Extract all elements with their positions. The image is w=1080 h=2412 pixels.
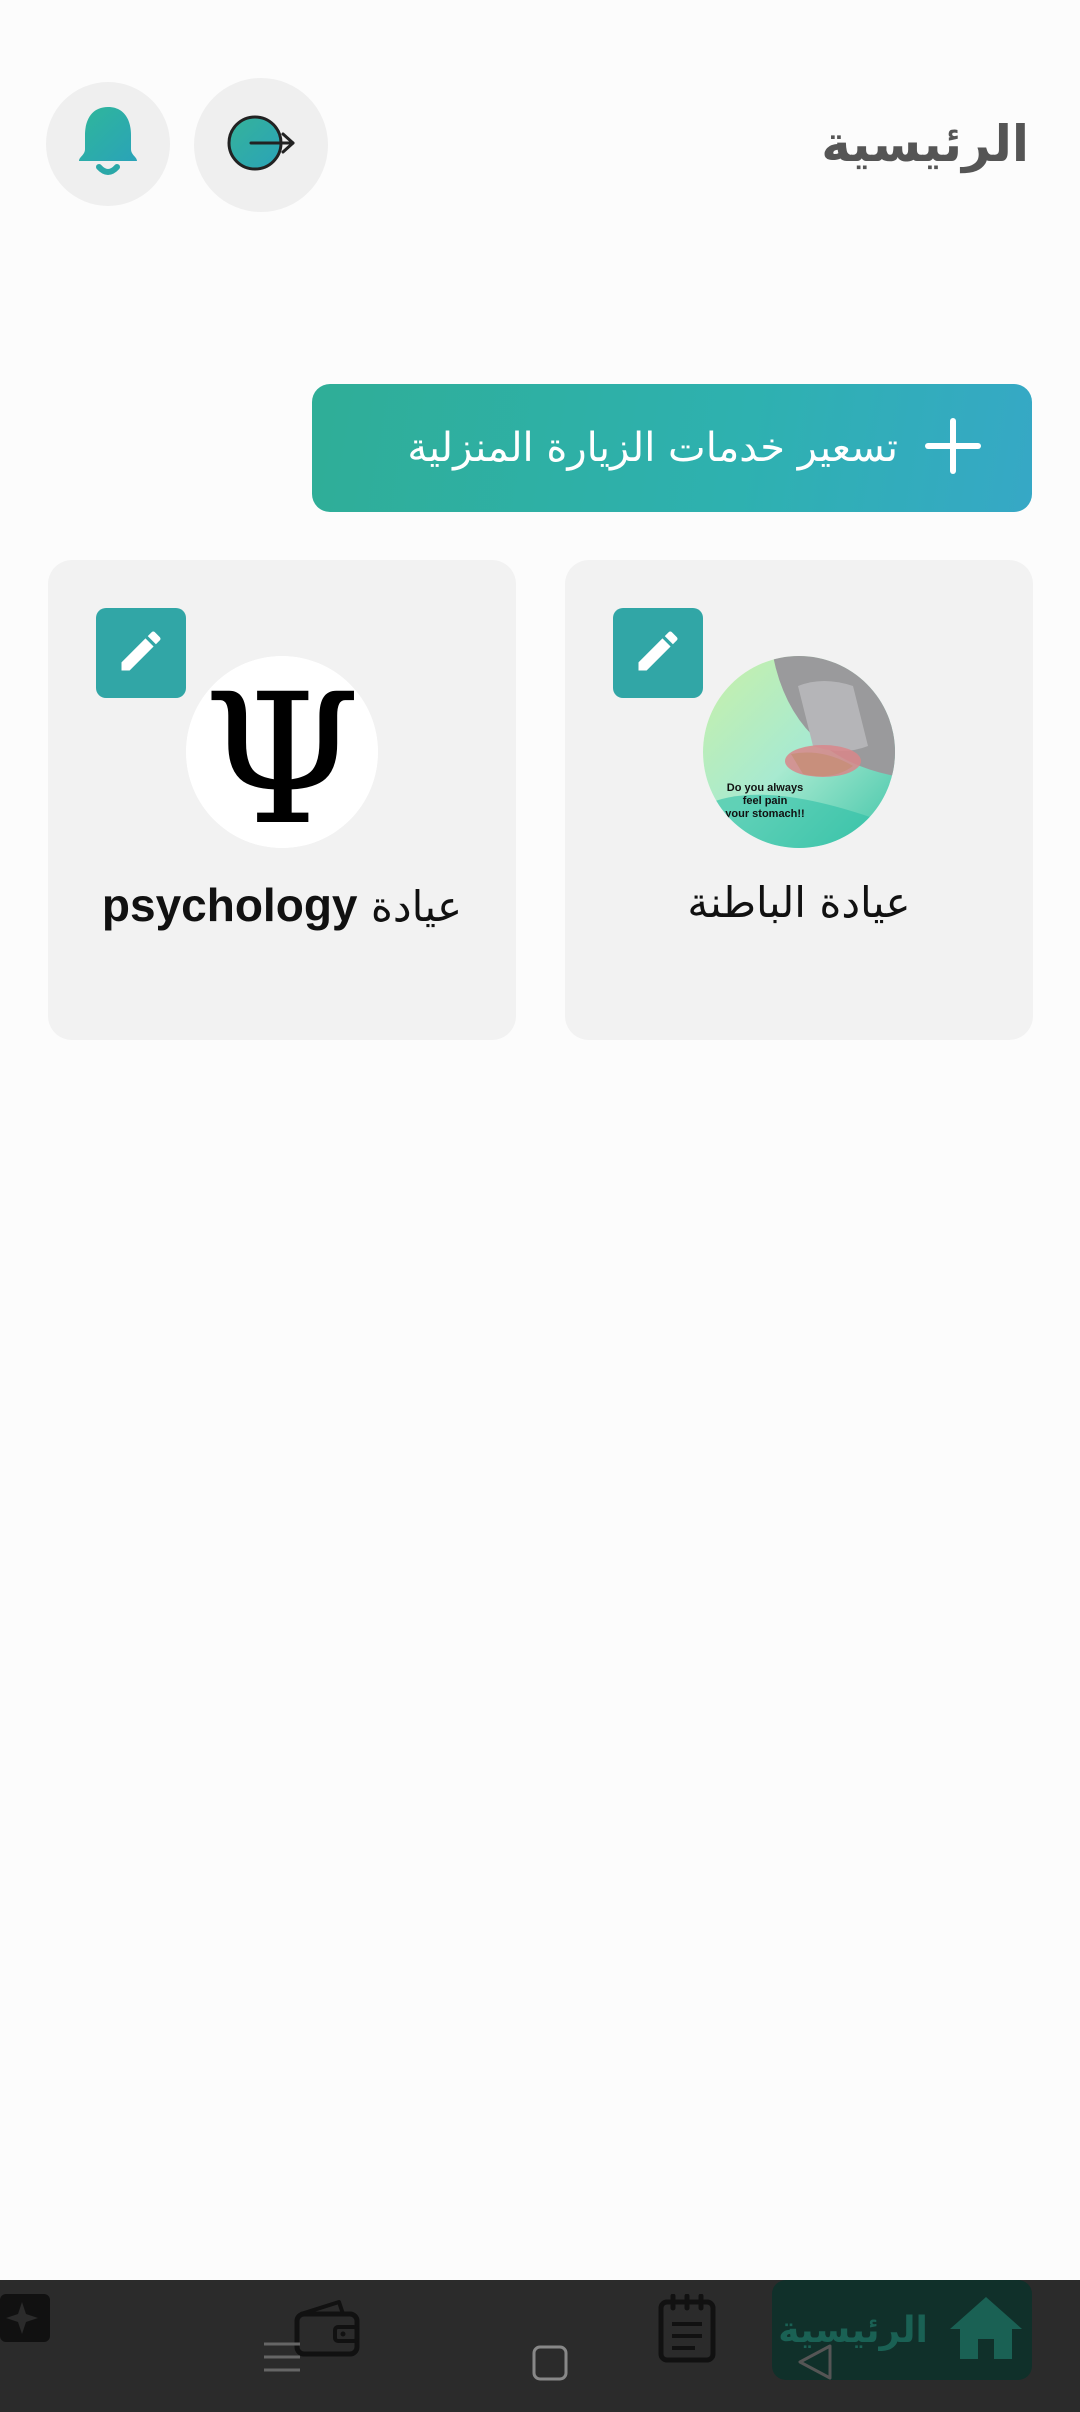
nav-home-label: الرئيسية xyxy=(778,2309,928,2351)
logout-icon xyxy=(221,103,301,187)
pencil-icon xyxy=(115,625,167,681)
notifications-button[interactable] xyxy=(46,82,170,206)
notepad-icon xyxy=(657,2293,717,2368)
plus-icon xyxy=(924,417,982,479)
nav-wallet[interactable] xyxy=(290,2298,364,2362)
image-text-line-2: feel pain xyxy=(743,795,788,807)
clinic-image-psi-symbol: Ψ xyxy=(186,656,378,848)
price-home-visit-label: تسعير خدمات الزيارة المنزلية xyxy=(407,425,898,471)
clinic-card-psychology[interactable]: Ψ عيادة psychology xyxy=(48,560,516,1040)
nav-extra[interactable] xyxy=(0,2294,50,2346)
psi-glyph: Ψ xyxy=(203,656,361,848)
clinic-image-stomach-pain: Do you always feel pain your stomach!! xyxy=(703,656,895,848)
home-icon xyxy=(946,2293,1026,2367)
clinic-label: عيادة الباطنة xyxy=(687,878,911,927)
nav-orders[interactable] xyxy=(650,2293,724,2368)
clinic-card-internal-medicine[interactable]: Do you always feel pain your stomach!! ع… xyxy=(565,560,1033,1040)
clinic-label-ar: عيادة xyxy=(370,882,463,931)
edit-clinic-button[interactable] xyxy=(613,608,703,698)
image-text-line-1: Do you always xyxy=(727,782,803,794)
clinic-label-latin: psychology xyxy=(101,879,358,931)
image-text-line-3: your stomach!! xyxy=(725,808,804,820)
sparkle-icon xyxy=(0,2292,50,2348)
wallet-icon xyxy=(293,2298,361,2362)
bell-icon xyxy=(75,105,141,183)
system-home-icon xyxy=(531,2344,569,2386)
home-screen: الرئيسية تسعير خدمات الزيارة المنزلية Do… xyxy=(0,0,1080,2412)
pencil-icon xyxy=(632,625,684,681)
page-title: الرئيسية xyxy=(821,115,1029,173)
edit-clinic-button[interactable] xyxy=(96,608,186,698)
clinic-label: عيادة psychology xyxy=(48,878,516,932)
price-home-visit-button[interactable]: تسعير خدمات الزيارة المنزلية xyxy=(312,384,1032,512)
logout-button[interactable] xyxy=(194,78,328,212)
nav-home[interactable]: الرئيسية xyxy=(772,2280,1032,2380)
bottom-navigation: الرئيسية xyxy=(0,2280,1080,2412)
